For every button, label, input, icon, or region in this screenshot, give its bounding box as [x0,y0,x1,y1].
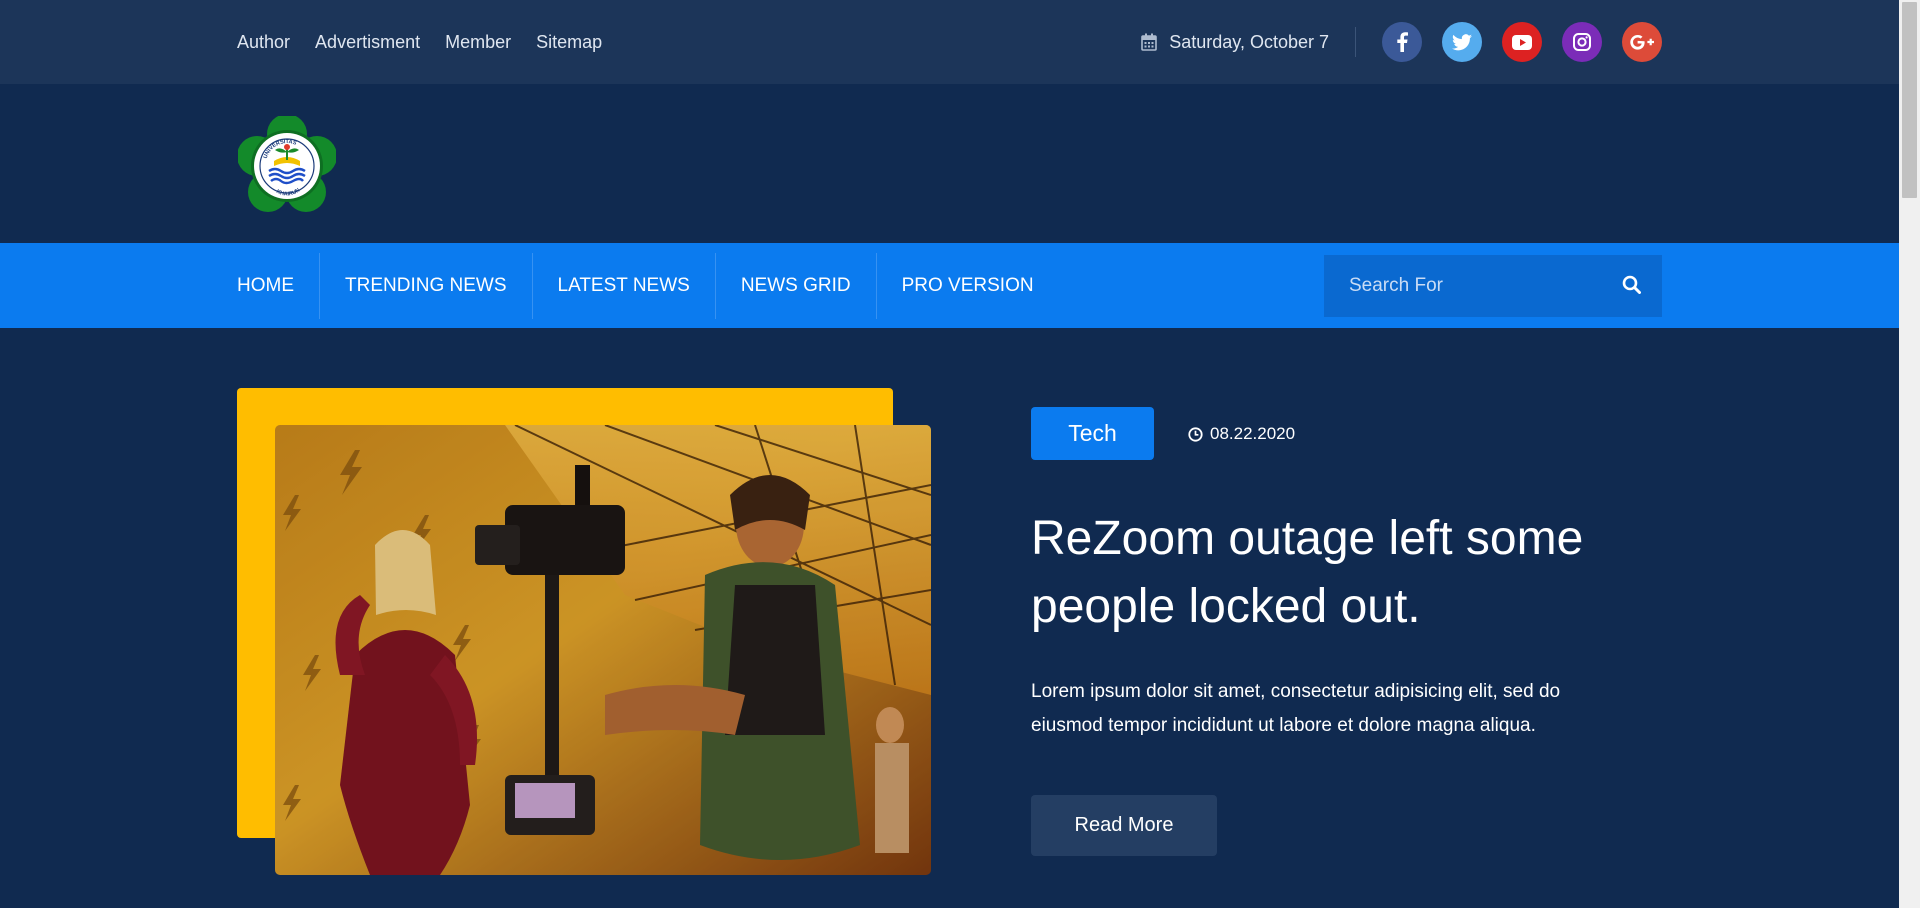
nav-pro-version[interactable]: PRO VERSION [875,252,1059,319]
top-link-member[interactable]: Member [445,32,511,53]
current-date: Saturday, October 7 [1141,27,1356,57]
page-scrollbar[interactable] [1899,0,1920,908]
top-right: Saturday, October 7 [1141,0,1662,84]
post-date: 08.22.2020 [1188,424,1295,444]
read-more-button[interactable]: Read More [1031,795,1217,856]
article-excerpt: Lorem ipsum dolor sit amet, consectetur … [1031,681,1561,736]
facebook-icon [1396,32,1408,52]
site-header: UNIVERSITAS KHAIRUN [0,84,1899,243]
search-button[interactable] [1600,255,1662,317]
instagram-button[interactable] [1562,22,1602,62]
search-box [1324,255,1662,317]
main-navbar: HOME TRENDING NEWS LATEST NEWS NEWS GRID… [0,243,1899,328]
youtube-icon [1512,34,1532,50]
top-link-sitemap[interactable]: Sitemap [536,32,602,53]
nav-trending-news[interactable]: TRENDING NEWS [319,252,532,319]
scrollbar-thumb[interactable] [1902,2,1917,198]
search-icon [1622,275,1641,297]
top-link-advertisment[interactable]: Advertisment [315,32,420,53]
post-date-text: 08.22.2020 [1210,424,1296,443]
search-input[interactable] [1324,255,1600,317]
instagram-icon [1573,33,1591,51]
google-plus-button[interactable] [1622,22,1662,62]
calendar-icon [1141,33,1158,51]
top-links: Author Advertisment Member Sitemap [237,0,602,84]
twitter-icon [1452,33,1472,51]
university-seal-logo[interactable]: UNIVERSITAS KHAIRUN [237,114,337,214]
main-nav: HOME TRENDING NEWS LATEST NEWS NEWS GRID… [237,243,1059,328]
nav-news-grid[interactable]: NEWS GRID [714,252,876,319]
top-bar: Author Advertisment Member Sitemap Satur… [0,0,1899,84]
clock-icon [1188,426,1203,442]
top-link-author[interactable]: Author [237,32,290,53]
nav-latest-news[interactable]: LATEST NEWS [531,252,715,319]
category-badge[interactable]: Tech [1031,407,1154,460]
film-crew-camera-photo[interactable] [275,425,931,875]
date-text: Saturday, October 7 [1169,31,1329,52]
article-title[interactable]: ReZoom outage left some people locked ou… [1031,505,1671,641]
facebook-button[interactable] [1382,22,1422,62]
google-plus-icon [1630,34,1654,50]
twitter-button[interactable] [1442,22,1482,62]
social-links [1382,22,1662,62]
nav-home[interactable]: HOME [237,253,319,319]
youtube-button[interactable] [1502,22,1542,62]
